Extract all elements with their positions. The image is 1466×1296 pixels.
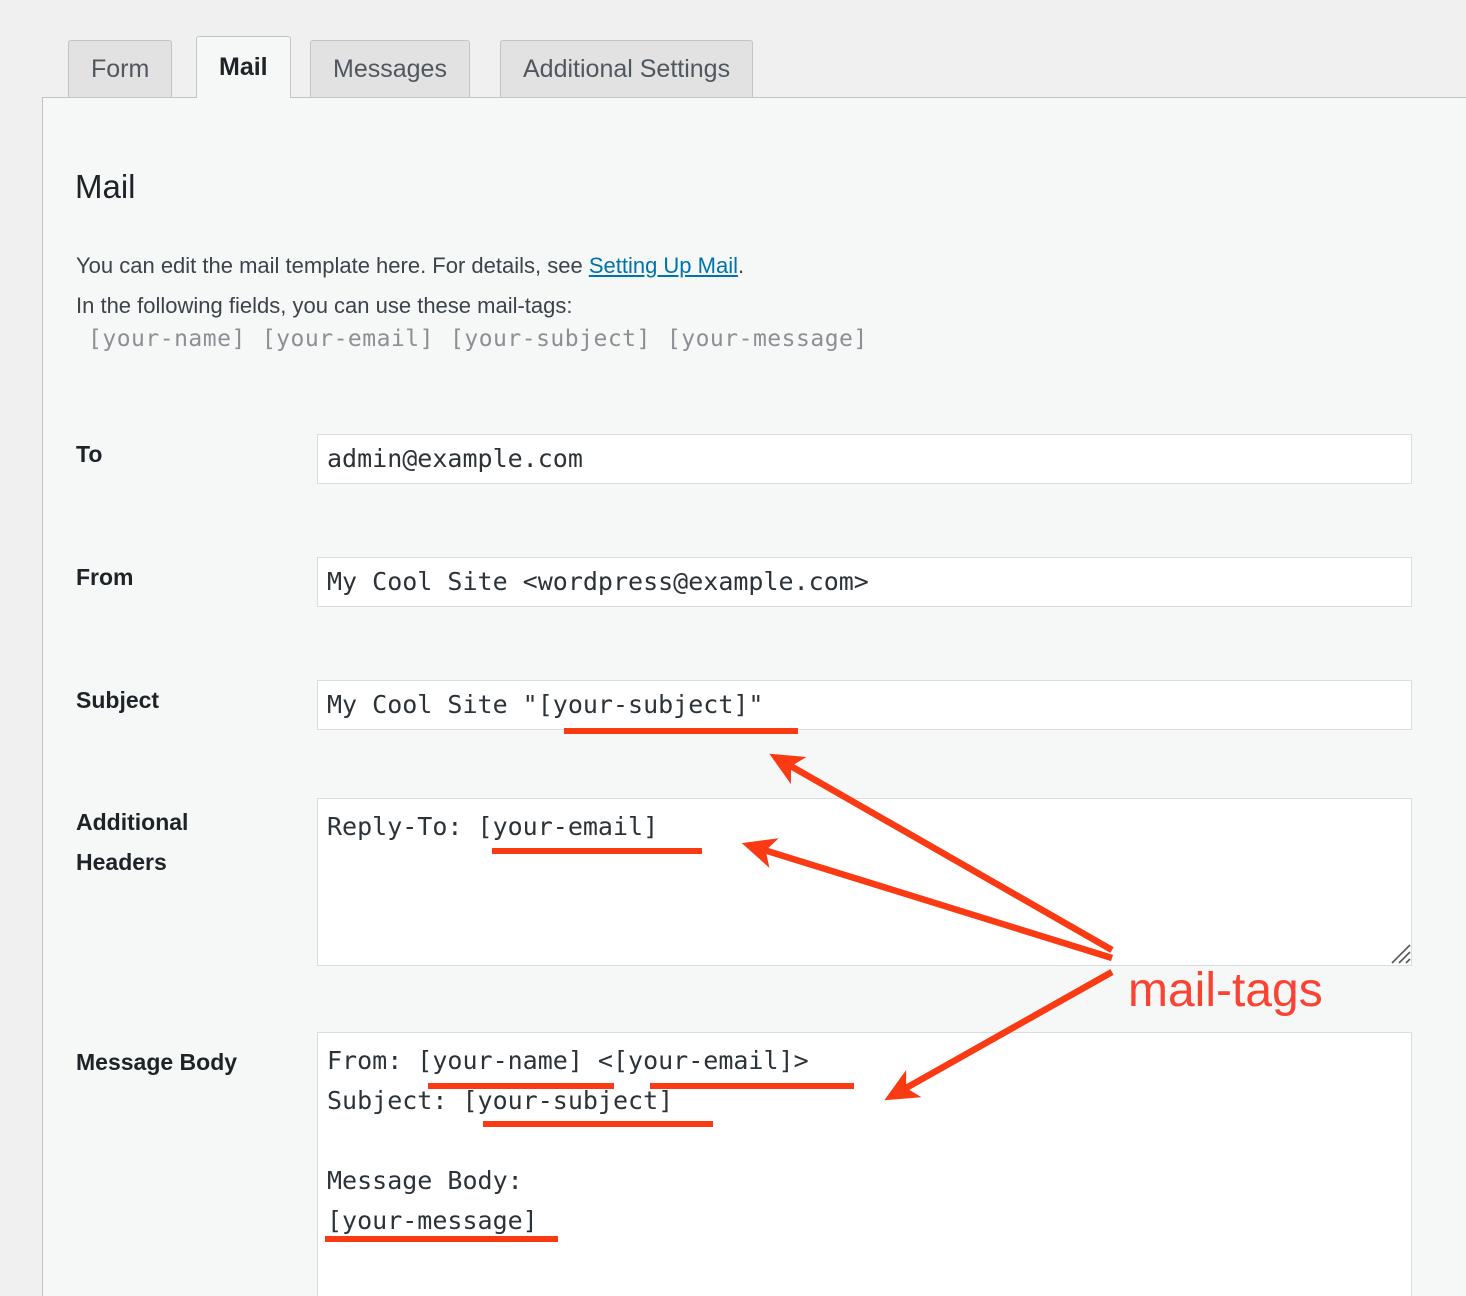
label-additional-headers: Additional Headers — [76, 802, 276, 882]
label-from: From — [76, 557, 134, 597]
annotation-label-mail-tags: mail-tags — [1128, 963, 1323, 1018]
input-from[interactable]: My Cool Site <wordpress@example.com> — [317, 557, 1412, 607]
setting-up-mail-link[interactable]: Setting Up Mail — [589, 253, 738, 278]
intro-line-2: In the following fields, you can use the… — [76, 286, 744, 326]
contact-form-mail-tab-screen: Form Mail Messages Additional Settings M… — [0, 0, 1466, 1296]
label-message-body: Message Body — [76, 1042, 237, 1082]
mail-tag-your-email: [your-email] — [262, 326, 434, 352]
label-subject: Subject — [76, 680, 159, 720]
annotation-underline-subject-tag — [564, 728, 798, 734]
annotation-underline-your-message-tag — [325, 1236, 558, 1242]
intro-line-1-suffix: . — [738, 253, 744, 278]
tab-form[interactable]: Form — [68, 40, 172, 98]
intro-line-1: You can edit the mail template here. For… — [76, 246, 744, 286]
tab-additional-settings[interactable]: Additional Settings — [500, 40, 753, 98]
annotation-underline-your-email-tag — [650, 1083, 854, 1089]
input-subject[interactable]: My Cool Site "[your-subject]" — [317, 680, 1412, 730]
tab-mail[interactable]: Mail — [196, 36, 291, 98]
mail-tag-your-name: [your-name] — [88, 326, 246, 352]
mail-tag-your-message: [your-message] — [667, 326, 868, 352]
input-to[interactable]: admin@example.com — [317, 434, 1412, 484]
available-mail-tags: [your-name] [your-email] [your-subject] [yo… — [88, 326, 884, 352]
annotation-underline-reply-to-tag — [492, 848, 702, 854]
tab-bar: Form Mail Messages Additional Settings — [0, 0, 1466, 98]
annotation-underline-your-subject-tag — [483, 1121, 713, 1127]
annotation-underline-your-name-tag — [428, 1083, 614, 1089]
mail-tag-your-subject: [your-subject] — [450, 326, 651, 352]
intro-line-1-prefix: You can edit the mail template here. For… — [76, 253, 589, 278]
page-title: Mail — [75, 168, 136, 206]
textarea-message-body[interactable]: From: [your-name] <[your-email]> Subject… — [317, 1032, 1412, 1296]
mail-panel: Mail You can edit the mail template here… — [42, 97, 1466, 1296]
tab-messages[interactable]: Messages — [310, 40, 470, 98]
label-to: To — [76, 434, 102, 474]
intro-text: You can edit the mail template here. For… — [76, 246, 744, 326]
textarea-additional-headers[interactable]: Reply-To: [your-email] — [317, 798, 1412, 966]
